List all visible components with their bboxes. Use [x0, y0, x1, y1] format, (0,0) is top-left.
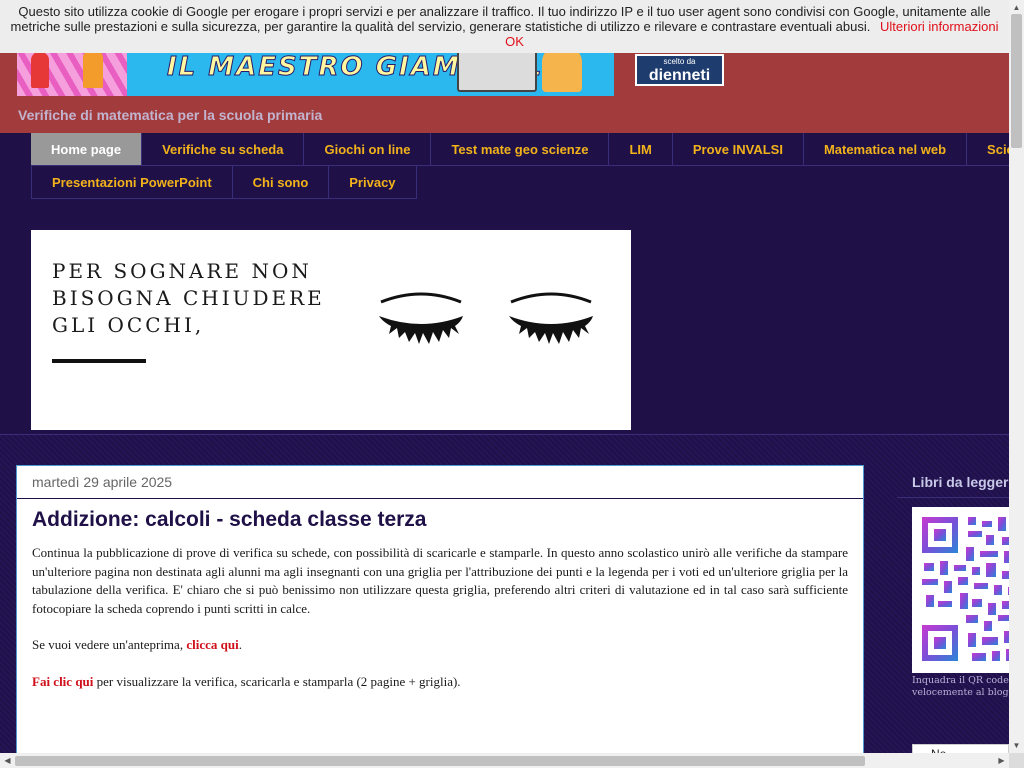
nav-item-privacy[interactable]: Privacy — [329, 166, 417, 199]
horizontal-scrollbar[interactable]: ◀ ▶ — [0, 753, 1009, 768]
nav-item-scienze[interactable]: Scienze — [967, 133, 1009, 166]
qr-code-image[interactable] — [912, 507, 1009, 673]
nav-item-lim[interactable]: LIM — [609, 133, 673, 166]
cookie-ok-link[interactable]: OK — [505, 34, 524, 49]
badge-small-text: scelto da — [663, 57, 696, 66]
post-paragraph: Se vuoi vedere un'anteprima, clicca qui. — [32, 636, 848, 655]
nav-item-powerpoint[interactable]: Presentazioni PowerPoint — [31, 166, 233, 199]
sidebar-widget-title: Libri da leggere — [897, 466, 1009, 498]
quote-text: PER SOGNARE NON BISOGNA CHIUDERE GLI OCC… — [52, 259, 325, 337]
site-description: Verifiche di matematica per la scuola pr… — [18, 107, 323, 123]
post-paragraph: Fai clic qui per visualizzare la verific… — [32, 673, 848, 692]
banner-kid-figure — [83, 50, 103, 88]
preview-prefix: Se vuoi vedere un'anteprima, — [32, 637, 187, 652]
qr-caption-line: velocemente al blog — [912, 687, 1009, 698]
scrollbar-corner — [1009, 753, 1024, 768]
horizontal-scroll-thumb[interactable] — [15, 756, 865, 766]
post-date: martedì 29 aprile 2025 — [17, 466, 863, 499]
nav-item-invalsi[interactable]: Prove INVALSI — [672, 133, 804, 166]
quote-banner: PER SOGNARE NON BISOGNA CHIUDERE GLI OCC… — [31, 230, 631, 430]
nav-item-home[interactable]: Home page — [31, 133, 143, 166]
blog-post: martedì 29 aprile 2025 Addizione: calcol… — [16, 465, 864, 755]
quote-underline — [52, 359, 146, 363]
download-link[interactable]: Fai clic qui — [32, 674, 93, 689]
scroll-down-arrow-icon[interactable]: ▼ — [1009, 738, 1024, 753]
cookie-more-info-link[interactable]: Ulteriori informazioni — [880, 19, 998, 34]
nav-item-chi-sono[interactable]: Chi sono — [232, 166, 330, 199]
vertical-scrollbar[interactable]: ▲ ▼ — [1009, 0, 1024, 753]
banner-kid-figure — [31, 52, 49, 88]
nav-item-matematica-web[interactable]: Matematica nel web — [803, 133, 968, 166]
scroll-left-arrow-icon[interactable]: ◀ — [0, 753, 15, 768]
preview-link[interactable]: clicca qui — [186, 637, 238, 652]
dienneti-badge[interactable]: scelto da dienneti — [635, 54, 724, 86]
scroll-up-arrow-icon[interactable]: ▲ — [1009, 0, 1024, 15]
post-paragraph: Continua la pubblicazione di prove di ve… — [32, 545, 848, 616]
nav-item-test[interactable]: Test mate geo scienze — [431, 133, 610, 166]
nav-item-giochi[interactable]: Giochi on line — [304, 133, 432, 166]
nav-item-verifiche[interactable]: Verifiche su scheda — [142, 133, 305, 166]
preview-suffix: . — [238, 637, 242, 652]
closed-eyes-icon — [379, 292, 593, 344]
qr-caption-line: Inquadra il QR code — [912, 675, 1009, 686]
cookie-notice-text: Questo sito utilizza cookie di Google pe… — [10, 4, 991, 34]
vertical-scroll-thumb[interactable] — [1011, 14, 1022, 148]
post-title[interactable]: Addizione: calcoli - scheda classe terza — [32, 508, 848, 532]
nav-row: Home page Verifiche su scheda Giochi on … — [31, 133, 1009, 166]
badge-brand-text: dienneti — [648, 67, 711, 84]
download-suffix: per visualizzare la verifica, scaricarla… — [93, 673, 461, 689]
nav-row: Presentazioni PowerPoint Chi sono Privac… — [31, 166, 1009, 199]
scroll-right-arrow-icon[interactable]: ▶ — [994, 753, 1009, 768]
qr-caption: Inquadra il QR code velocemente al blog — [912, 675, 1009, 699]
qr-code-icon — [922, 517, 1009, 661]
main-navigation: Home page Verifiche su scheda Giochi on … — [31, 133, 1009, 199]
cookie-notice-bar: Questo sito utilizza cookie di Google pe… — [0, 0, 1009, 53]
post-body: Continua la pubblicazione di prove di ve… — [32, 544, 848, 691]
